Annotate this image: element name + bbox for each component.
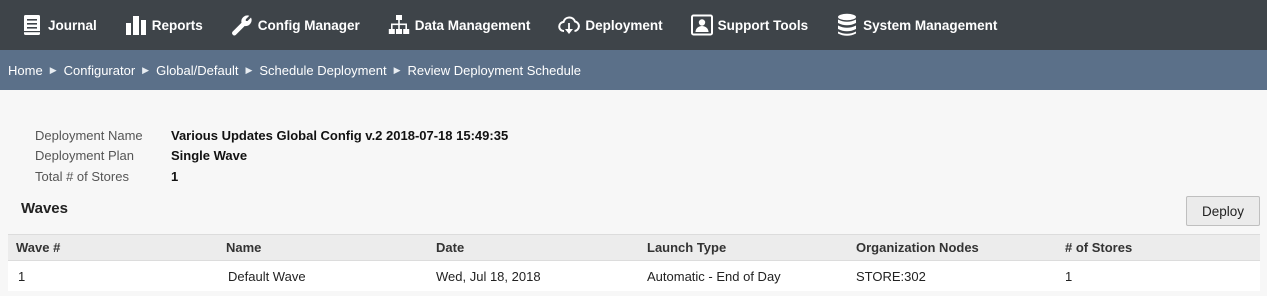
wrench-icon bbox=[231, 13, 253, 37]
database-icon bbox=[836, 13, 858, 37]
cell-date: Wed, Jul 18, 2018 bbox=[436, 268, 541, 284]
deployment-plan-value: Single Wave bbox=[171, 148, 248, 164]
nav-deployment[interactable]: Deployment bbox=[558, 0, 663, 50]
breadcrumb-separator-icon: ▶ bbox=[142, 64, 150, 75]
breadcrumb-separator-icon: ▶ bbox=[245, 64, 253, 75]
deployment-summary: Deployment Name Various Updates Global C… bbox=[35, 125, 508, 187]
deployment-name-value: Various Updates Global Config v.2 2018-0… bbox=[171, 127, 509, 143]
deployment-plan-label: Deployment Plan bbox=[35, 148, 134, 164]
table-header: Wave # Name Date Launch Type Organizatio… bbox=[8, 234, 1260, 261]
nav-system-management[interactable]: System Management bbox=[836, 0, 997, 50]
support-tools-icon bbox=[690, 13, 713, 37]
cloud-download-icon bbox=[558, 13, 581, 37]
main-content: Deployment Name Various Updates Global C… bbox=[0, 90, 1267, 296]
nav-config-manager[interactable]: Config Manager bbox=[231, 0, 360, 50]
hierarchy-icon bbox=[388, 13, 410, 37]
deploy-button[interactable]: Deploy bbox=[1186, 196, 1260, 226]
table-row[interactable]: 1 Default Wave Wed, Jul 18, 2018 Automat… bbox=[8, 261, 1260, 291]
column-header-organization-nodes[interactable]: Organization Nodes bbox=[844, 240, 1053, 255]
deployment-name-label: Deployment Name bbox=[35, 127, 143, 143]
breadcrumb-home[interactable]: Home bbox=[8, 63, 43, 78]
breadcrumb-separator-icon: ▶ bbox=[49, 64, 57, 75]
column-header-store-count[interactable]: # of Stores bbox=[1053, 240, 1260, 255]
nav-system-management-label: System Management bbox=[863, 17, 998, 33]
cell-wave-number: 1 bbox=[18, 268, 26, 284]
deployment-name-row: Deployment Name Various Updates Global C… bbox=[35, 125, 508, 146]
total-stores-value: 1 bbox=[171, 168, 179, 184]
nav-config-manager-label: Config Manager bbox=[257, 17, 360, 33]
total-stores-row: Total # of Stores 1 bbox=[35, 166, 508, 187]
journal-icon bbox=[21, 13, 43, 37]
breadcrumb-configurator[interactable]: Configurator bbox=[64, 63, 136, 78]
column-header-name[interactable]: Name bbox=[217, 240, 426, 255]
breadcrumb-separator-icon: ▶ bbox=[393, 64, 401, 75]
cell-organization-nodes: STORE:302 bbox=[856, 268, 926, 284]
waves-table: Wave # Name Date Launch Type Organizatio… bbox=[8, 234, 1260, 291]
cell-launch-type: Automatic - End of Day bbox=[647, 268, 781, 284]
breadcrumb-global-default[interactable]: Global/Default bbox=[156, 63, 238, 78]
waves-heading: Waves bbox=[21, 200, 68, 217]
cell-store-count: 1 bbox=[1065, 268, 1073, 284]
nav-reports[interactable]: Reports bbox=[125, 0, 203, 50]
breadcrumb-review-deployment-schedule: Review Deployment Schedule bbox=[407, 62, 581, 78]
bar-chart-icon bbox=[125, 13, 147, 37]
nav-deployment-label: Deployment bbox=[585, 17, 663, 33]
nav-reports-label: Reports bbox=[151, 17, 203, 33]
top-navigation: Journal Reports Config Manager Data Mana… bbox=[0, 0, 1267, 50]
nav-journal[interactable]: Journal bbox=[21, 0, 97, 50]
cell-name: Default Wave bbox=[228, 268, 306, 284]
nav-journal-label: Journal bbox=[48, 17, 97, 33]
total-stores-label: Total # of Stores bbox=[35, 168, 129, 184]
nav-data-management[interactable]: Data Management bbox=[388, 0, 531, 50]
breadcrumb: Home ▶ Configurator ▶ Global/Default ▶ S… bbox=[0, 50, 1267, 90]
deployment-plan-row: Deployment Plan Single Wave bbox=[35, 146, 508, 167]
nav-support-tools-label: Support Tools bbox=[717, 17, 809, 33]
breadcrumb-schedule-deployment[interactable]: Schedule Deployment bbox=[259, 63, 386, 78]
nav-data-management-label: Data Management bbox=[414, 17, 531, 33]
column-header-launch-type[interactable]: Launch Type bbox=[635, 240, 844, 255]
column-header-date[interactable]: Date bbox=[426, 240, 635, 255]
nav-support-tools[interactable]: Support Tools bbox=[690, 0, 809, 50]
column-header-wave-number[interactable]: Wave # bbox=[8, 240, 217, 255]
